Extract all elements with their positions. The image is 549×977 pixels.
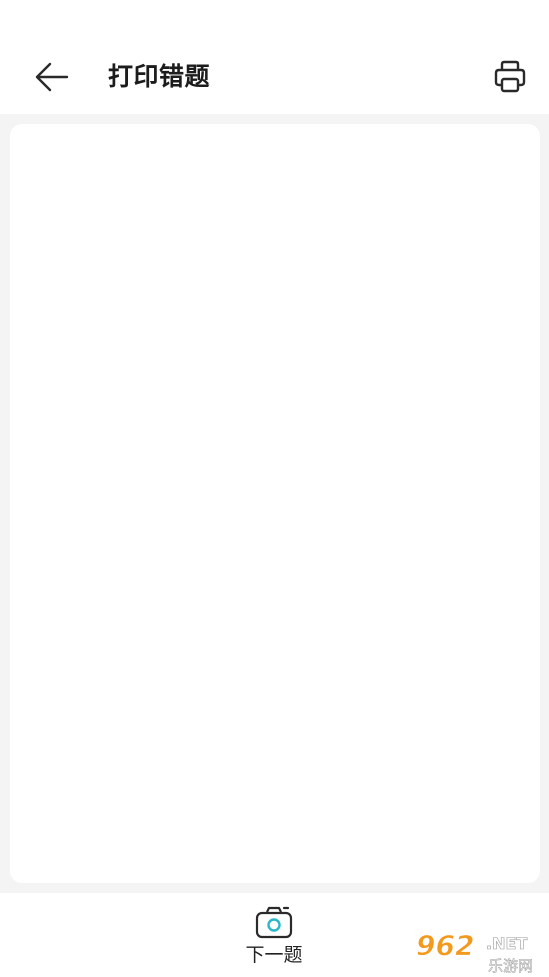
- question-content-area: [10, 124, 540, 883]
- app-header: 打印错题: [0, 40, 549, 114]
- watermark-tagline: 乐游网: [488, 957, 533, 975]
- arrow-left-icon: [35, 62, 69, 92]
- back-button[interactable]: [26, 56, 78, 98]
- print-button[interactable]: [486, 54, 534, 100]
- next-question-button[interactable]: 下一题: [224, 903, 324, 973]
- page-title: 打印错题: [108, 62, 211, 91]
- printer-icon: [494, 60, 526, 93]
- watermark-digits: 962: [416, 929, 474, 962]
- camera-icon: [255, 906, 293, 939]
- next-question-label: 下一题: [245, 944, 303, 966]
- watermark-suffix: .NET: [486, 934, 527, 953]
- site-watermark-logo: 962 .NET 乐游网: [410, 928, 549, 977]
- status-bar: [0, 0, 549, 40]
